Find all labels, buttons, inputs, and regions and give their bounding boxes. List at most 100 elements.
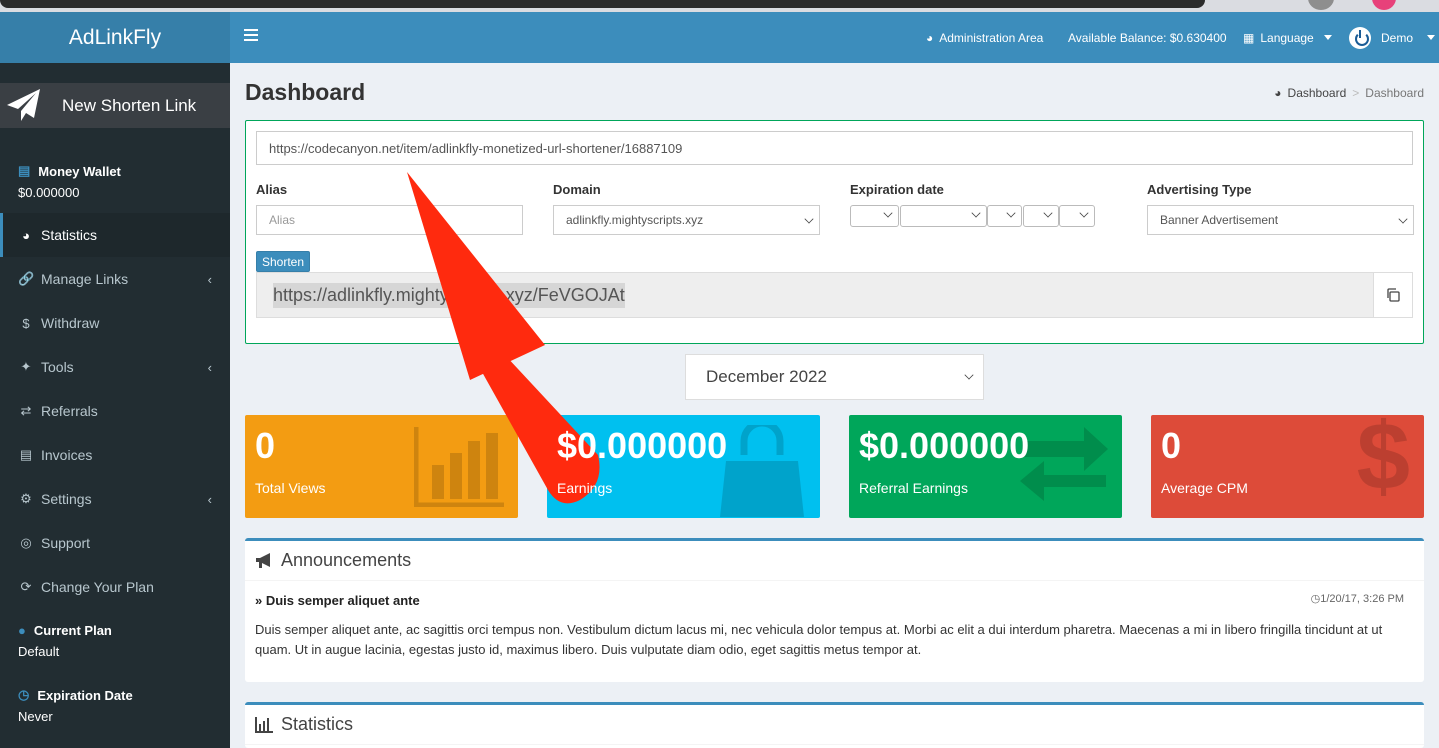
page-title: Dashboard	[245, 79, 366, 105]
dashboard-gauge-icon: ◕	[926, 30, 934, 45]
dollar-icon: $	[1356, 415, 1410, 510]
stat-referral-earnings: $0.000000 Referral Earnings	[849, 415, 1122, 518]
caret-down-icon	[1323, 35, 1332, 40]
user-name: Demo	[1381, 30, 1414, 45]
breadcrumb-link[interactable]: Dashboard	[1288, 86, 1347, 100]
power-icon	[1349, 26, 1371, 49]
admin-area-link[interactable]: ◕ Administration Area	[926, 12, 1043, 63]
advertising-type-label: Advertising Type	[1147, 182, 1252, 197]
paper-plane-icon	[7, 89, 40, 121]
chevron-down-icon	[964, 370, 974, 380]
advertising-type-select[interactable]: Banner Advertisement	[1147, 205, 1414, 235]
balance-label: Available Balance: $0.630400	[1068, 30, 1227, 45]
balance-display: Available Balance: $0.630400	[1068, 12, 1227, 63]
domain-select[interactable]: adlinkfly.mightyscripts.xyz	[553, 205, 820, 235]
sidebar-item-change-plan[interactable]: ⟳ Change Your Plan	[0, 565, 230, 609]
expiration-hour-select[interactable]	[1023, 205, 1059, 227]
clock-icon: ◷	[1310, 593, 1321, 605]
sidebar-item-statistics[interactable]: ◕ Statistics	[0, 213, 230, 257]
exchange-icon: ⇄	[20, 403, 32, 418]
chevron-left-icon: ‹	[207, 271, 212, 287]
language-label: Language	[1260, 30, 1314, 45]
domain-label: Domain	[553, 182, 601, 197]
brand-logo[interactable]: AdLinkFly	[0, 12, 230, 63]
new-shorten-link-label: New Shorten Link	[62, 96, 197, 115]
stat-value: 0	[255, 425, 276, 466]
language-dropdown[interactable]: ▦ Language	[1243, 12, 1332, 63]
chevron-down-icon	[1079, 208, 1089, 218]
month-select[interactable]: December 2022	[685, 354, 984, 400]
bar-chart-icon	[414, 427, 504, 507]
breadcrumb: ◕ Dashboard > Dashboard	[1274, 86, 1424, 100]
sidebar-item-manage-links[interactable]: 🔗 Manage Links ‹	[0, 257, 230, 301]
sidebar-item-settings[interactable]: ⚙ Settings ‹	[0, 477, 230, 521]
alias-input[interactable]: Alias	[256, 205, 523, 235]
top-navbar: AdLinkFly ◕ Administration Area Availabl…	[0, 12, 1439, 63]
expiration-day-select[interactable]	[987, 205, 1022, 227]
new-shorten-link-button[interactable]: New Shorten Link	[0, 83, 230, 128]
language-icon: ▦	[1243, 30, 1255, 45]
caret-down-icon	[1427, 35, 1436, 40]
dashboard-gauge-icon: ◕	[22, 227, 30, 243]
sidebar-toggle-icon[interactable]	[244, 29, 258, 41]
sidebar-item-support[interactable]: ◎ Support	[0, 521, 230, 565]
clock-icon: ◷	[18, 687, 30, 702]
refresh-icon: ⟳	[20, 579, 32, 594]
expiration-year-select[interactable]	[850, 205, 899, 227]
sidebar-item-withdraw[interactable]: $ Withdraw	[0, 301, 230, 345]
chevron-left-icon: ‹	[207, 359, 212, 375]
current-plan: ● Current Plan Default	[18, 623, 112, 659]
money-wallet: ▤ Money Wallet $0.000000	[18, 163, 121, 200]
sidebar-item-referrals[interactable]: ⇄ Referrals	[0, 389, 230, 433]
announcements-title: Announcements	[281, 550, 412, 570]
expiration-date: ◷ Expiration Date Never	[18, 687, 133, 724]
alias-label: Alias	[256, 182, 288, 197]
bar-chart-icon	[255, 716, 273, 733]
wrench-icon: ✦	[20, 359, 32, 374]
chevron-down-icon	[883, 208, 893, 218]
user-menu[interactable]: Demo	[1349, 12, 1436, 63]
gears-icon: ⚙	[20, 491, 32, 506]
expiration-month-select[interactable]	[900, 205, 987, 227]
statistics-header: Statistics	[245, 705, 1424, 745]
sidebar-item-tools[interactable]: ✦ Tools ‹	[0, 345, 230, 389]
browser-chrome	[0, 0, 1439, 12]
shopping-bag-icon	[720, 425, 804, 517]
browser-address-bar[interactable]	[0, 0, 1205, 8]
chevron-down-icon	[1043, 208, 1053, 218]
wallet-card-icon: ▤	[18, 163, 31, 178]
life-ring-icon: ◎	[20, 535, 32, 550]
browser-profile-icon[interactable]	[1308, 0, 1334, 10]
dashboard-gauge-icon: ◕	[1274, 86, 1282, 100]
stat-average-cpm: 0 Average CPM $	[1151, 415, 1424, 518]
short-url-result[interactable]: https://adlinkfly.mightyscripts.xyz/FeVG…	[256, 272, 1413, 318]
announcement-item-title[interactable]: » Duis semper aliquet ante	[255, 593, 420, 608]
sidebar-item-invoices[interactable]: ▤ Invoices	[0, 433, 230, 477]
browser-extension-icon[interactable]	[1372, 0, 1396, 10]
announcement-body: Duis semper aliquet ante, ac sagittis or…	[255, 622, 1383, 657]
stat-value: $0.000000	[859, 425, 1030, 466]
stat-earnings: $0.000000 Earnings	[547, 415, 820, 518]
chevron-down-icon	[804, 214, 814, 224]
expiration-minute-select[interactable]	[1059, 205, 1095, 227]
copy-button[interactable]	[1373, 273, 1412, 317]
chevron-down-icon	[971, 208, 981, 218]
sidebar: New Shorten Link ▤ Money Wallet $0.000000…	[0, 63, 230, 748]
statistics-title: Statistics	[281, 714, 354, 734]
shorten-button[interactable]: Shorten	[256, 251, 311, 272]
short-url-text[interactable]: https://adlinkfly.mightyscripts.xyz/FeVG…	[273, 282, 625, 308]
chevron-left-icon: ‹	[207, 491, 212, 507]
expiration-date-label: Expiration date	[850, 182, 944, 197]
stat-label: Total Views	[255, 480, 326, 496]
long-url-input[interactable]: https://codecanyon.net/item/adlinkfly-mo…	[256, 131, 1413, 165]
chevron-down-icon	[1398, 214, 1408, 224]
exchange-arrows-icon	[1020, 427, 1108, 501]
copy-icon	[1387, 288, 1400, 302]
credit-card-icon: ▤	[19, 447, 33, 462]
statistics-box: Statistics	[245, 702, 1424, 748]
stat-label: Average CPM	[1161, 480, 1248, 496]
stat-value: 0	[1161, 425, 1182, 466]
stat-total-views: 0 Total Views	[245, 415, 518, 518]
expiration-value: Never	[18, 709, 53, 724]
dollar-icon: $	[22, 315, 30, 331]
